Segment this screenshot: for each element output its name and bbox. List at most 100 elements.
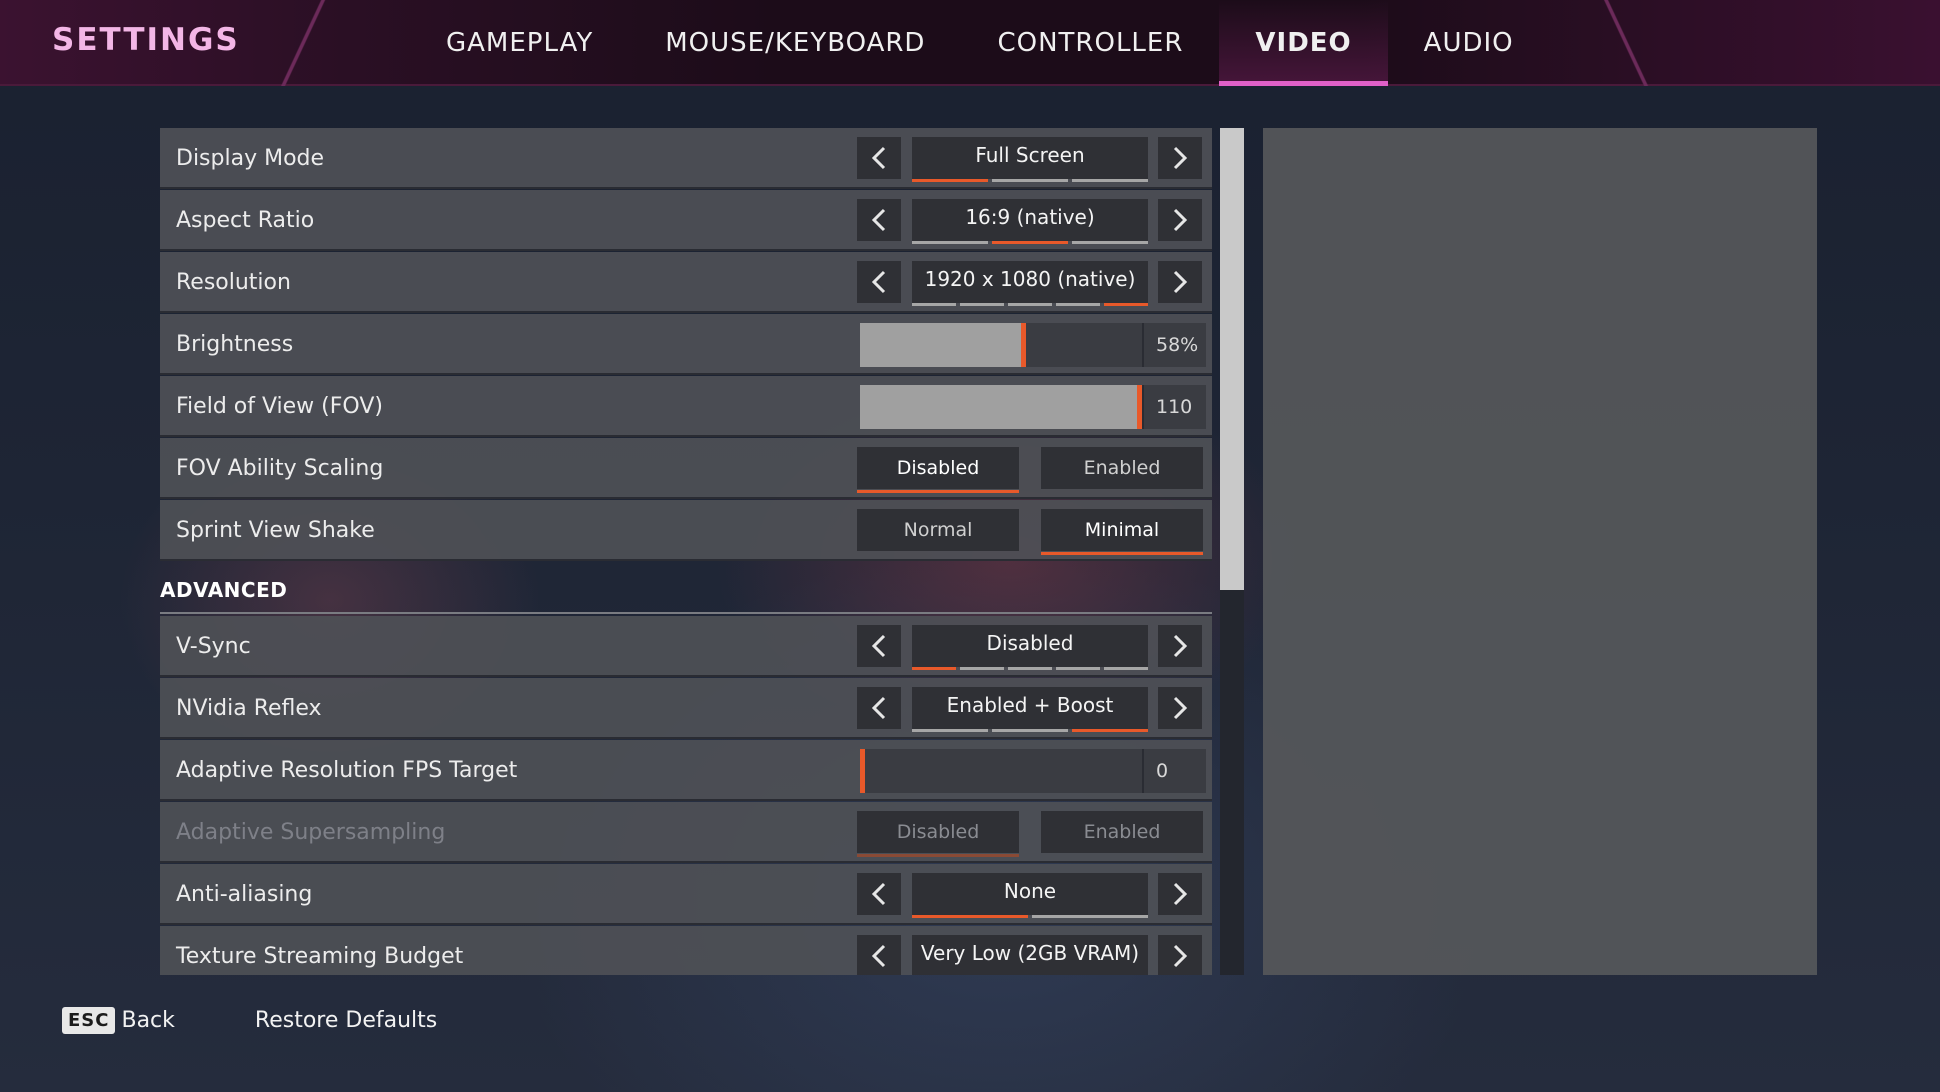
setting-row-adaptive-supersampling: Adaptive Supersampling Disabled Enabled — [160, 802, 1212, 863]
nvidia-reflex-value: Enabled + Boost — [912, 687, 1148, 729]
settings-list: Display Mode Full Screen Aspect Ratio 16… — [160, 128, 1212, 975]
tab-controller[interactable]: CONTROLLER — [961, 0, 1219, 86]
setting-label: Brightness — [176, 332, 294, 357]
fov-scaling-enabled-button[interactable]: Enabled — [1041, 447, 1203, 489]
setting-row-fov: Field of View (FOV) 110 — [160, 376, 1212, 437]
setting-label: Field of View (FOV) — [176, 394, 383, 419]
page-title: SETTINGS — [52, 22, 240, 58]
option-segment — [960, 667, 1004, 670]
scrollbar-thumb[interactable] — [1220, 128, 1244, 590]
setting-label: FOV Ability Scaling — [176, 456, 384, 481]
setting-row-brightness: Brightness 58% — [160, 314, 1212, 375]
setting-row-resolution: Resolution 1920 x 1080 (native) — [160, 252, 1212, 313]
esc-key-hint: ESC — [62, 1006, 116, 1034]
supersampling-disabled-button: Disabled — [857, 811, 1019, 857]
scrollbar[interactable] — [1220, 128, 1244, 975]
footer-bar: ESC Back Restore Defaults — [62, 1000, 437, 1040]
chevron-right-icon[interactable] — [1158, 199, 1202, 241]
display-mode-value: Full Screen — [912, 137, 1148, 179]
chevron-right-icon[interactable] — [1158, 873, 1202, 915]
option-segment — [1008, 303, 1052, 306]
restore-defaults-button[interactable]: Restore Defaults — [255, 1008, 437, 1033]
fov-value[interactable]: 110 — [1142, 385, 1206, 429]
setting-label: Resolution — [176, 270, 291, 295]
option-indicator — [912, 303, 1148, 306]
setting-label: Texture Streaming Budget — [176, 944, 464, 969]
slider-fill — [860, 385, 1137, 429]
description-panel — [1263, 128, 1817, 975]
option-indicator — [912, 915, 1148, 918]
setting-label: Anti-aliasing — [176, 882, 313, 907]
anti-aliasing-value: None — [912, 873, 1148, 915]
tab-video[interactable]: VIDEO — [1219, 0, 1388, 86]
option-segment — [1072, 241, 1148, 244]
option-segment — [912, 667, 956, 670]
setting-row-display-mode: Display Mode Full Screen — [160, 128, 1212, 189]
option-segment — [912, 303, 956, 306]
setting-label: Adaptive Resolution FPS Target — [176, 758, 518, 783]
slider-fill — [860, 323, 1021, 367]
header-decoration-left — [262, 0, 352, 86]
slider-handle[interactable] — [860, 749, 865, 793]
chevron-left-icon[interactable] — [857, 687, 901, 729]
setting-label: Adaptive Supersampling — [176, 820, 446, 845]
section-header-advanced: ADVANCED — [160, 562, 1212, 614]
chevron-left-icon[interactable] — [857, 935, 901, 975]
adaptive-resolution-value[interactable]: 0 — [1142, 749, 1206, 793]
option-segment — [992, 729, 1068, 732]
option-segment — [1104, 303, 1148, 306]
setting-label: Aspect Ratio — [176, 208, 315, 233]
setting-row-adaptive-resolution: Adaptive Resolution FPS Target 0 — [160, 740, 1212, 801]
option-segment — [1072, 729, 1148, 732]
setting-row-texture-streaming-budget: Texture Streaming Budget Very Low (2GB V… — [160, 926, 1212, 975]
setting-row-anti-aliasing: Anti-aliasing None — [160, 864, 1212, 925]
option-segment — [992, 241, 1068, 244]
option-indicator — [912, 179, 1148, 182]
aspect-ratio-value: 16:9 (native) — [912, 199, 1148, 241]
header-bar: SETTINGS GAMEPLAY MOUSE/KEYBOARD CONTROL… — [0, 0, 1940, 86]
slider-handle[interactable] — [1021, 323, 1026, 367]
header-decoration-right — [1585, 0, 1675, 86]
setting-label: V-Sync — [176, 634, 251, 659]
option-segment — [912, 915, 1028, 918]
option-segment — [1056, 303, 1100, 306]
tab-gameplay[interactable]: GAMEPLAY — [410, 0, 629, 86]
setting-row-aspect-ratio: Aspect Ratio 16:9 (native) — [160, 190, 1212, 251]
option-segment — [960, 303, 1004, 306]
option-segment — [1104, 667, 1148, 670]
option-segment — [1056, 667, 1100, 670]
chevron-left-icon[interactable] — [857, 873, 901, 915]
fov-slider[interactable] — [860, 385, 1142, 429]
chevron-left-icon[interactable] — [857, 261, 901, 303]
option-segment — [1072, 179, 1148, 182]
chevron-left-icon[interactable] — [857, 199, 901, 241]
setting-label: Display Mode — [176, 146, 325, 171]
option-segment — [912, 241, 988, 244]
fov-scaling-disabled-button[interactable]: Disabled — [857, 447, 1019, 493]
back-button[interactable]: Back — [121, 1008, 174, 1033]
setting-label: NVidia Reflex — [176, 696, 322, 721]
chevron-left-icon[interactable] — [857, 137, 901, 179]
sprint-shake-minimal-button[interactable]: Minimal — [1041, 509, 1203, 555]
option-segment — [912, 729, 988, 732]
tab-audio[interactable]: AUDIO — [1388, 0, 1550, 86]
chevron-right-icon[interactable] — [1158, 935, 1202, 975]
tab-mouse-keyboard[interactable]: MOUSE/KEYBOARD — [629, 0, 961, 86]
option-segment — [1032, 915, 1148, 918]
brightness-slider[interactable] — [860, 323, 1142, 367]
adaptive-resolution-slider[interactable] — [860, 749, 1142, 793]
sprint-shake-normal-button[interactable]: Normal — [857, 509, 1019, 551]
chevron-left-icon[interactable] — [857, 625, 901, 667]
chevron-right-icon[interactable] — [1158, 687, 1202, 729]
chevron-right-icon[interactable] — [1158, 261, 1202, 303]
option-segment — [992, 179, 1068, 182]
setting-row-sprint-view-shake: Sprint View Shake Normal Minimal — [160, 500, 1212, 561]
vsync-value: Disabled — [912, 625, 1148, 667]
brightness-value: 58% — [1142, 323, 1206, 367]
option-segment — [1008, 667, 1052, 670]
chevron-right-icon[interactable] — [1158, 137, 1202, 179]
setting-row-vsync: V-Sync Disabled — [160, 616, 1212, 677]
setting-label: Sprint View Shake — [176, 518, 375, 543]
setting-row-fov-ability-scaling: FOV Ability Scaling Disabled Enabled — [160, 438, 1212, 499]
chevron-right-icon[interactable] — [1158, 625, 1202, 667]
